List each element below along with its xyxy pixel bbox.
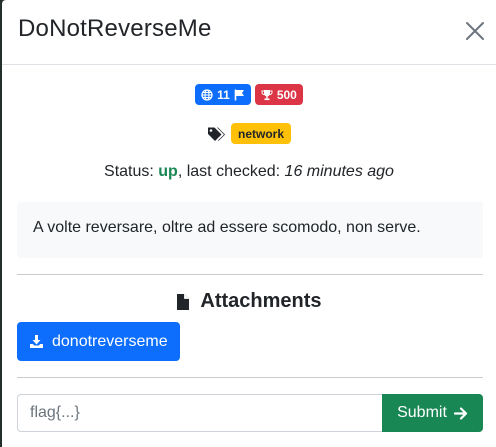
status-prefix: Status: [104, 163, 159, 180]
badge-row: 11 500 [2, 84, 496, 105]
file-icon [177, 293, 190, 310]
download-icon [30, 335, 43, 348]
flag-input[interactable] [17, 394, 382, 432]
submit-button[interactable]: Submit [382, 394, 483, 432]
flag-icon [234, 89, 244, 100]
divider [17, 377, 483, 378]
trophy-icon [261, 89, 273, 100]
solves-badge: 11 [195, 84, 251, 105]
status-state: up [158, 163, 178, 180]
points-value: 500 [276, 87, 297, 102]
points-badge: 500 [254, 84, 303, 105]
flag-form: Submit [17, 394, 483, 432]
close-button[interactable] [464, 20, 486, 42]
attachments-title: Attachments [200, 290, 322, 312]
last-checked-time: 16 minutes ago [284, 163, 394, 180]
modal-header: DoNotReverseMe [2, 0, 496, 65]
tags-row: network [2, 123, 496, 144]
attachments-heading: Attachments [2, 290, 496, 313]
tags-icon [207, 127, 225, 141]
solves-count: 11 [217, 87, 230, 102]
status-line: Status: up, last checked: 16 minutes ago [2, 163, 496, 181]
close-icon [466, 22, 484, 40]
divider [17, 274, 483, 275]
globe-icon [201, 88, 213, 101]
arrow-right-icon [453, 406, 467, 420]
attachment-download-button[interactable]: donotreverseme [17, 322, 180, 361]
challenge-description: A volte reversare, oltre ad essere scomo… [17, 202, 483, 258]
challenge-modal: DoNotReverseMe 11 500 network Status: up… [2, 0, 496, 447]
attachment-label: donotreverseme [52, 332, 168, 350]
modal-title: DoNotReverseMe [18, 15, 212, 42]
status-middle: , last checked: [177, 163, 285, 180]
tag-network: network [230, 123, 291, 144]
submit-label: Submit [397, 404, 447, 421]
